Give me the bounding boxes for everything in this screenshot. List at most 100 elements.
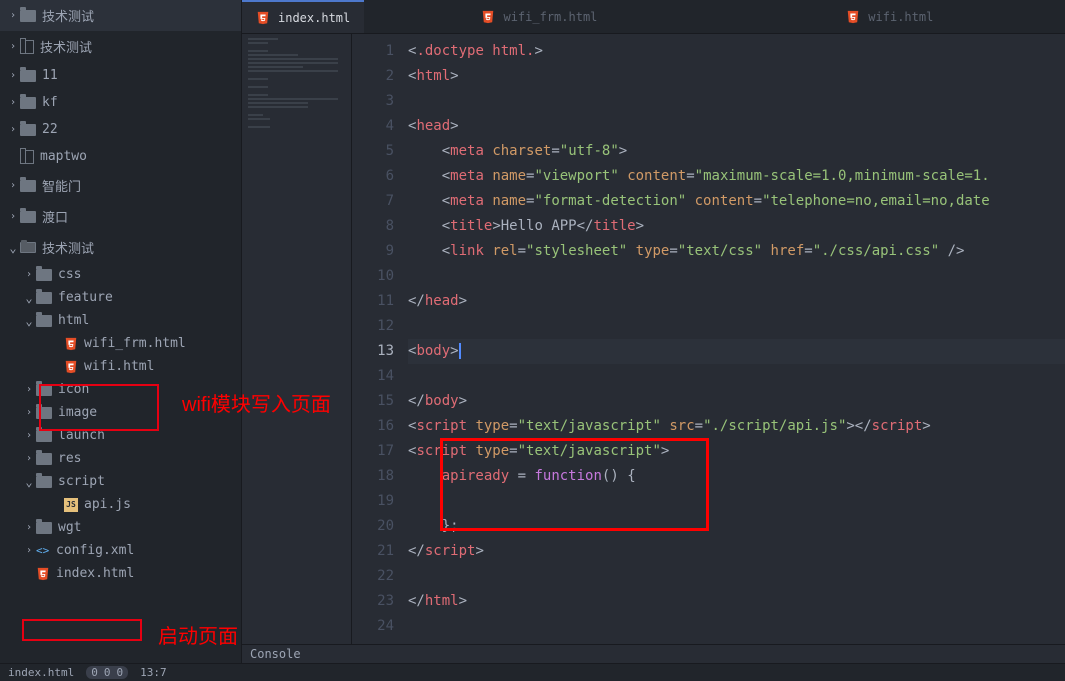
tree-item-script[interactable]: script — [0, 470, 241, 493]
line-number[interactable]: 14 — [352, 364, 394, 389]
tree-item-icon[interactable]: icon — [0, 378, 241, 401]
code-line-4[interactable]: <head> — [408, 114, 1065, 139]
code-line-13[interactable]: <body> — [408, 339, 1065, 364]
line-number[interactable]: 8 — [352, 214, 394, 239]
tree-item-label: css — [58, 267, 81, 282]
code-line-20[interactable]: }; — [408, 514, 1065, 539]
code-line-3[interactable] — [408, 89, 1065, 114]
code-line-17[interactable]: <script type="text/javascript"> — [408, 439, 1065, 464]
code-line-5[interactable]: <meta charset="utf-8"> — [408, 139, 1065, 164]
tree-item-渡口[interactable]: 渡口 — [0, 201, 241, 232]
tab-wifi_frm.html[interactable]: wifi_frm.html — [364, 0, 714, 33]
line-number[interactable]: 2 — [352, 64, 394, 89]
status-git-badge[interactable]: 0 0 0 — [86, 666, 128, 679]
line-number[interactable]: 4 — [352, 114, 394, 139]
code-line-21[interactable]: </script> — [408, 539, 1065, 564]
tree-item-api.js[interactable]: JSapi.js — [0, 493, 241, 516]
tree-item-技术测试[interactable]: 技术测试 — [0, 232, 241, 263]
tree-item-技术测试[interactable]: 技术测试 — [0, 0, 241, 31]
chevron-expanded-icon[interactable] — [24, 291, 34, 305]
tree-item-css[interactable]: css — [0, 263, 241, 286]
line-number[interactable]: 21 — [352, 539, 394, 564]
code-line-19[interactable] — [408, 489, 1065, 514]
line-number[interactable]: 20 — [352, 514, 394, 539]
tree-item-index.html[interactable]: index.html — [0, 562, 241, 585]
line-number[interactable]: 24 — [352, 614, 394, 639]
line-number[interactable]: 6 — [352, 164, 394, 189]
tab-wifi.html[interactable]: wifi.html — [715, 0, 1065, 33]
code-line-12[interactable] — [408, 314, 1065, 339]
code-line-16[interactable]: <script type="text/javascript" src="./sc… — [408, 414, 1065, 439]
code-line-8[interactable]: <title>Hello APP</title> — [408, 214, 1065, 239]
chevron-collapsed-icon[interactable] — [8, 41, 18, 52]
tree-item-feature[interactable]: feature — [0, 286, 241, 309]
code-line-9[interactable]: <link rel="stylesheet" type="text/css" h… — [408, 239, 1065, 264]
chevron-expanded-icon[interactable] — [24, 475, 34, 489]
line-number[interactable]: 23 — [352, 589, 394, 614]
code-line-6[interactable]: <meta name="viewport" content="maximum-s… — [408, 164, 1065, 189]
chevron-collapsed-icon[interactable] — [24, 453, 34, 464]
line-number[interactable]: 11 — [352, 289, 394, 314]
code-line-24[interactable] — [408, 614, 1065, 639]
tree-item-launch[interactable]: launch — [0, 424, 241, 447]
line-number[interactable]: 15 — [352, 389, 394, 414]
code-line-2[interactable]: <html> — [408, 64, 1065, 89]
code-line-22[interactable] — [408, 564, 1065, 589]
status-cursor-position[interactable]: 13:7 — [140, 666, 167, 679]
code-line-7[interactable]: <meta name="format-detection" content="t… — [408, 189, 1065, 214]
tree-item-wifi_frm.html[interactable]: wifi_frm.html — [0, 332, 241, 355]
line-number[interactable]: 5 — [352, 139, 394, 164]
code-line-23[interactable]: </html> — [408, 589, 1065, 614]
line-number[interactable]: 7 — [352, 189, 394, 214]
code-line-14[interactable] — [408, 364, 1065, 389]
chevron-collapsed-icon[interactable] — [8, 124, 18, 135]
file-tree-sidebar[interactable]: 技术测试技术测试11kf22maptwo智能门渡口技术测试cssfeatureh… — [0, 0, 241, 663]
chevron-collapsed-icon[interactable] — [24, 269, 34, 280]
folder-icon — [36, 430, 52, 442]
minimap[interactable] — [242, 34, 352, 644]
tree-item-maptwo[interactable]: maptwo — [0, 143, 241, 170]
line-number[interactable]: 22 — [352, 564, 394, 589]
tree-item-11[interactable]: 11 — [0, 62, 241, 89]
line-number[interactable]: 10 — [352, 264, 394, 289]
line-number[interactable]: 17 — [352, 439, 394, 464]
chevron-collapsed-icon[interactable] — [24, 430, 34, 441]
tree-item-wgt[interactable]: wgt — [0, 516, 241, 539]
tree-item-res[interactable]: res — [0, 447, 241, 470]
line-number[interactable]: 1 — [352, 39, 394, 64]
tree-item-config.xml[interactable]: <>config.xml — [0, 539, 241, 562]
line-number[interactable]: 16 — [352, 414, 394, 439]
chevron-collapsed-icon[interactable] — [24, 384, 34, 395]
tab-index.html[interactable]: index.html — [242, 0, 364, 33]
code-line-11[interactable]: </head> — [408, 289, 1065, 314]
chevron-collapsed-icon[interactable] — [24, 545, 34, 556]
line-number[interactable]: 19 — [352, 489, 394, 514]
code-line-10[interactable] — [408, 264, 1065, 289]
line-number[interactable]: 9 — [352, 239, 394, 264]
tree-item-智能门[interactable]: 智能门 — [0, 170, 241, 201]
chevron-collapsed-icon[interactable] — [8, 10, 18, 21]
tree-item-kf[interactable]: kf — [0, 89, 241, 116]
code-line-18[interactable]: apiready = function() { — [408, 464, 1065, 489]
tree-item-22[interactable]: 22 — [0, 116, 241, 143]
code-content[interactable]: <.doctype html.><html> <head> <meta char… — [408, 34, 1065, 644]
line-number[interactable]: 18 — [352, 464, 394, 489]
chevron-collapsed-icon[interactable] — [8, 97, 18, 108]
tree-item-image[interactable]: image — [0, 401, 241, 424]
tree-item-技术测试[interactable]: 技术测试 — [0, 31, 241, 62]
chevron-collapsed-icon[interactable] — [8, 211, 18, 222]
chevron-collapsed-icon[interactable] — [8, 70, 18, 81]
chevron-expanded-icon[interactable] — [24, 314, 34, 328]
line-number[interactable]: 3 — [352, 89, 394, 114]
tree-item-html[interactable]: html — [0, 309, 241, 332]
code-line-15[interactable]: </body> — [408, 389, 1065, 414]
chevron-expanded-icon[interactable] — [8, 241, 18, 255]
chevron-collapsed-icon[interactable] — [24, 522, 34, 533]
tree-item-wifi.html[interactable]: wifi.html — [0, 355, 241, 378]
chevron-collapsed-icon[interactable] — [24, 407, 34, 418]
chevron-collapsed-icon[interactable] — [8, 180, 18, 191]
line-number[interactable]: 13 — [352, 339, 394, 364]
code-line-1[interactable]: <.doctype html.> — [408, 39, 1065, 64]
console-panel-tab[interactable]: Console — [242, 644, 1065, 663]
line-number[interactable]: 12 — [352, 314, 394, 339]
